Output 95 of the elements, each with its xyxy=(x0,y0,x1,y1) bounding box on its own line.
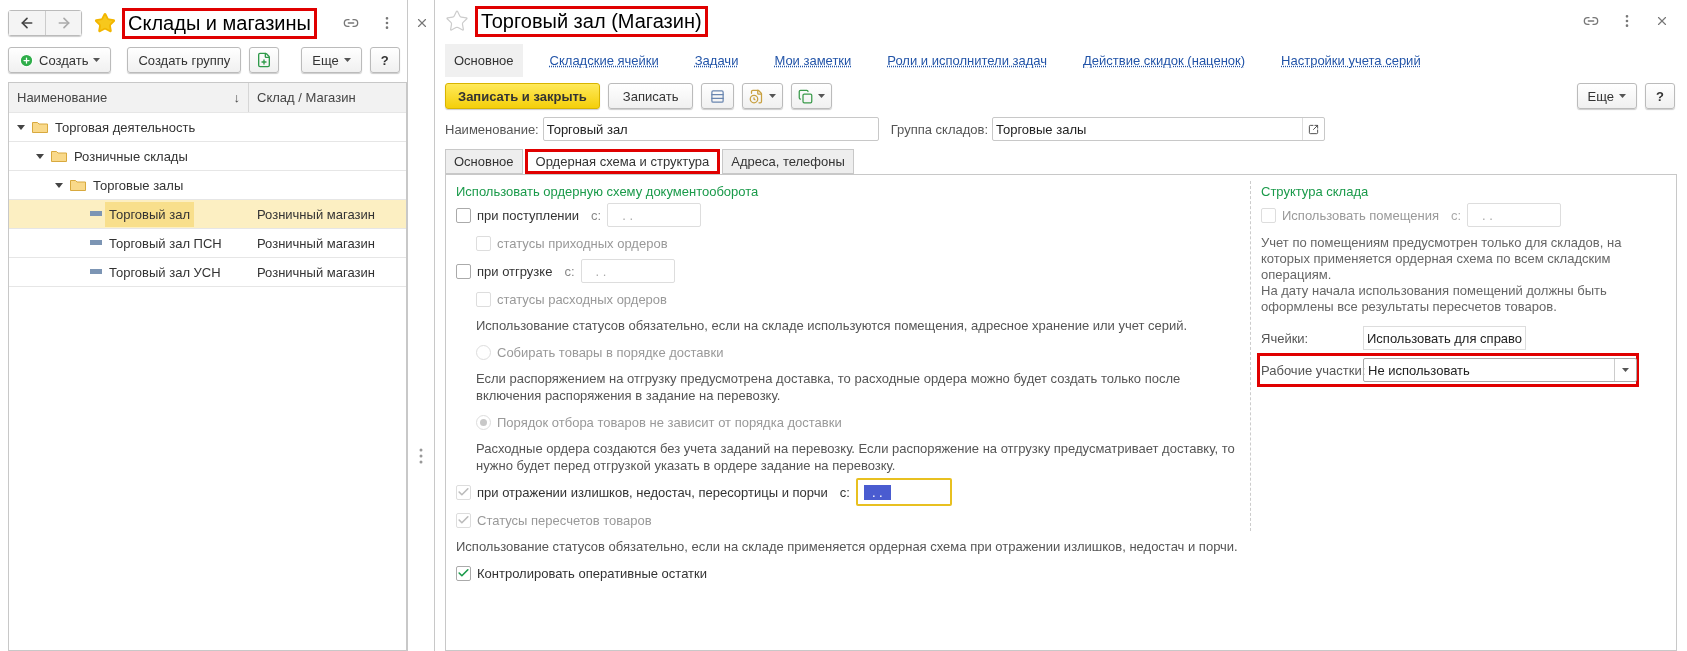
save-button[interactable]: Записать xyxy=(607,83,694,109)
create-button[interactable]: Создать xyxy=(8,47,112,73)
checkbox-label: статусы приходных ордеров xyxy=(497,235,668,251)
group-field[interactable]: Торговые залы xyxy=(992,117,1326,141)
hint-text: Если распоряжением на отгрузку предусмотрена доставка, то расходные ордера можно будет создать только после включения распоряжения в задание на перевозку. xyxy=(475,370,1182,405)
table-cell: Торговый зал xyxy=(105,201,194,227)
more-button[interactable]: Еще xyxy=(1576,83,1638,109)
checkbox-label: при отражении излишков, недостач, пересортицы и порчи xyxy=(477,484,828,500)
report-button[interactable] xyxy=(742,83,784,109)
file-plus-icon xyxy=(256,52,273,68)
checkbox-label: Статусы пересчетов товаров xyxy=(477,512,652,528)
nav-link[interactable]: Роли и исполнители задач xyxy=(878,43,1057,77)
checkbox-label: при поступлении xyxy=(477,207,580,223)
hint-text: Использование статусов обязательно, если на складе применяется ордерная схема при отражении излишков, недостач и порчи. xyxy=(456,538,1239,556)
table-cell-text: Торговый зал УСН xyxy=(108,263,222,282)
tab[interactable]: Адреса, телефоны xyxy=(722,149,854,174)
column-header[interactable]: Склад / Магазин xyxy=(249,83,406,112)
expand-caret-icon[interactable] xyxy=(17,123,25,131)
item-icon xyxy=(90,240,102,246)
field-label: Наименование: xyxy=(445,121,539,137)
table-cell: Розничный магазин xyxy=(257,264,375,280)
folder-icon xyxy=(32,121,48,133)
field-label: с: xyxy=(591,207,602,223)
table-cell-text: Торговый зал ПСН xyxy=(108,234,223,253)
checkbox-label: при отгрузке xyxy=(477,263,553,279)
cells-field[interactable]: Использовать для справо xyxy=(1363,326,1527,350)
table-cell: Розничный магазин xyxy=(257,206,375,222)
save-close-button[interactable]: Записать и закрыть xyxy=(445,83,600,109)
checkbox[interactable] xyxy=(456,207,471,223)
field-label: с: xyxy=(564,263,575,279)
splitter-handle[interactable] xyxy=(419,447,423,464)
nav-link[interactable]: Основное xyxy=(445,43,523,77)
checkbox-label: Контролировать оперативные остатки xyxy=(477,565,707,581)
group-name: Торговая деятельность xyxy=(55,119,196,135)
tab[interactable]: Ордерная схема и структура xyxy=(524,149,721,174)
document-clock-icon xyxy=(749,88,765,104)
section-heading: Использовать ордерную схему документооборота xyxy=(456,182,760,201)
open-icon[interactable] xyxy=(1308,123,1320,135)
caret-icon xyxy=(818,94,826,98)
caret-icon xyxy=(1619,94,1627,98)
hint-text: Использование статусов обязательно, если на складе используются помещения, адресное хранение или учет серий. xyxy=(475,317,1189,335)
caret-icon xyxy=(93,58,101,62)
expand-caret-icon[interactable] xyxy=(36,152,44,160)
caret-icon xyxy=(769,94,777,98)
window-title: Склады и магазины xyxy=(122,7,317,39)
help-button[interactable]: ? xyxy=(369,47,400,73)
nav-link[interactable]: Действие скидок (наценок) xyxy=(1074,43,1255,77)
item-icon xyxy=(90,269,102,275)
star-icon[interactable] xyxy=(94,12,116,34)
name-field[interactable]: Торговый зал xyxy=(542,117,879,141)
field-label: Ячейки: xyxy=(1261,330,1310,346)
create-group-button[interactable]: Создать группу xyxy=(127,47,242,73)
list-button[interactable] xyxy=(701,83,735,109)
close-icon[interactable] xyxy=(1655,14,1669,28)
section-heading: Структура склада xyxy=(1261,182,1370,201)
field-label: Группа складов: xyxy=(890,121,989,137)
checkbox[interactable] xyxy=(456,263,471,279)
hint-text: На дату начала использования помещений должны быть оформлены все результаты пересчетов товаров. xyxy=(1261,283,1608,315)
table-cell: Розничный магазин xyxy=(257,235,375,251)
caret-icon[interactable] xyxy=(1622,368,1629,372)
nav-link[interactable]: Настройки учета серий xyxy=(1272,43,1430,77)
column-header[interactable]: Наименование ↓ xyxy=(9,83,249,112)
folder-icon xyxy=(51,150,67,162)
more-button[interactable]: Еще xyxy=(301,47,362,73)
tab[interactable]: Основное xyxy=(445,149,523,174)
copy-button[interactable] xyxy=(791,83,833,109)
field-label: Рабочие участки: xyxy=(1261,362,1363,378)
list-icon xyxy=(710,88,726,104)
nav-link[interactable]: Мои заметки xyxy=(765,43,861,77)
new-document-button[interactable] xyxy=(249,47,280,73)
nav-link[interactable]: Складские ячейки xyxy=(540,43,668,77)
expand-caret-icon[interactable] xyxy=(55,181,63,189)
field-label: с: xyxy=(839,484,850,500)
hint-text: Учет по помещениям предусмотрен только для складов, на которых применяется ордерная схема по всем складским операциям. xyxy=(1261,235,1623,283)
caret-icon xyxy=(343,58,351,62)
radio-label: Порядок отбора товаров не зависит от порядка доставки xyxy=(497,414,842,430)
radio-label: Собирать товары в порядке доставки xyxy=(497,344,724,360)
checkbox-label: статусы расходных ордеров xyxy=(497,291,667,307)
nav-link[interactable]: Задачи xyxy=(685,43,748,77)
hint-text: Расходные ордера создаются без учета заданий на перевозку. Если распоряжение на отгрузку предусматривает доставку, то нужно будет перед отгрузкой указать в ордере задание на перевозку. xyxy=(475,440,1236,475)
group-name: Торговые залы xyxy=(93,177,184,193)
folder-icon xyxy=(70,179,86,191)
field-label: с: xyxy=(1451,207,1462,223)
plus-icon xyxy=(19,52,34,68)
group-name: Розничные склады xyxy=(74,148,188,164)
table-row[interactable]: Торговый зал Розничный магазин xyxy=(9,200,406,229)
window-title: Торговый зал (Магазин) xyxy=(475,5,708,37)
item-icon xyxy=(90,211,102,217)
checkbox-label: Использовать помещения xyxy=(1282,207,1439,223)
checkbox[interactable] xyxy=(456,565,471,581)
copy-icon xyxy=(798,88,814,104)
work-areas-select[interactable]: Не использовать xyxy=(1363,358,1637,382)
help-button[interactable]: ? xyxy=(1645,83,1675,109)
star-icon[interactable] xyxy=(445,9,469,33)
back-button[interactable] xyxy=(9,11,45,35)
